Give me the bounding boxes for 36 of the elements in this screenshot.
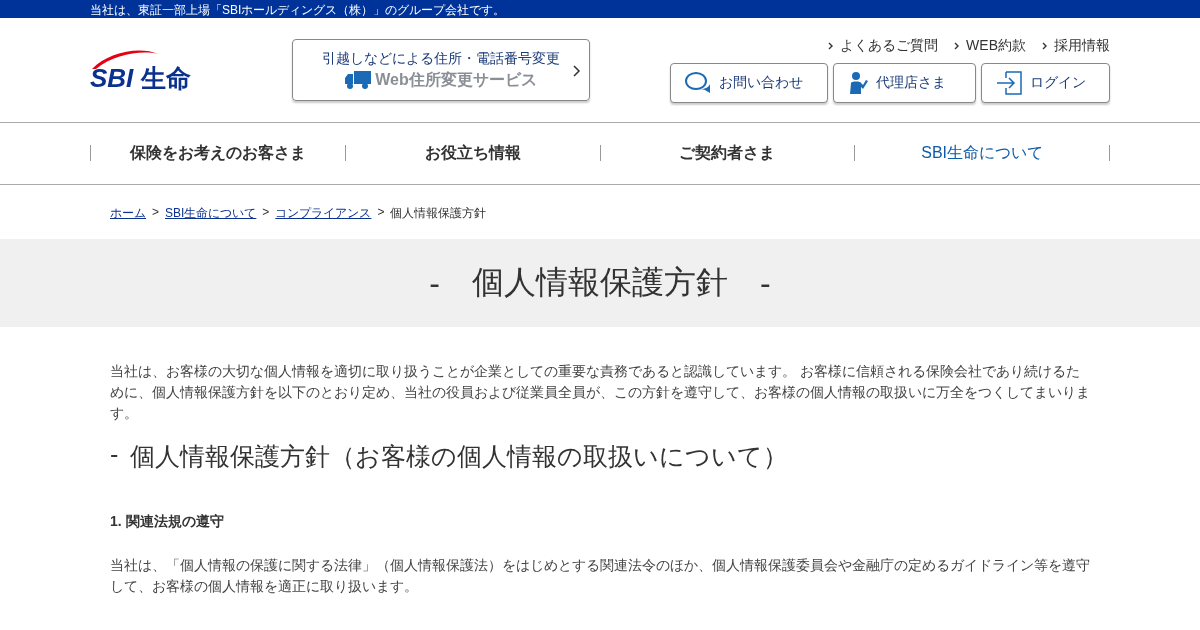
title-dash: - bbox=[760, 264, 771, 302]
nav-tab[interactable]: ご契約者さま bbox=[599, 145, 855, 161]
person-icon bbox=[848, 72, 868, 94]
chevron-right-icon bbox=[1042, 42, 1047, 50]
chevron-right-icon bbox=[828, 42, 834, 50]
breadcrumb-link[interactable]: ホーム bbox=[110, 205, 146, 239]
breadcrumb-link[interactable]: SBI生命について bbox=[165, 205, 257, 239]
breadcrumb-separator: > bbox=[262, 205, 270, 221]
nav-tab[interactable]: 保険をお考えのお客さま bbox=[90, 145, 345, 161]
address-change-banner[interactable]: 引越しなどによる住所・電話番号変更 Web住所変更サービス bbox=[292, 39, 590, 101]
breadcrumb-link[interactable]: コンプライアンス bbox=[275, 205, 372, 239]
speech-bubbles-icon bbox=[685, 72, 711, 94]
agent-button[interactable]: 代理店さま bbox=[833, 63, 976, 103]
utility-link[interactable]: WEB約款 bbox=[966, 37, 1026, 55]
heading-dash: - bbox=[110, 440, 119, 470]
login-icon bbox=[996, 71, 1022, 95]
chevron-right-icon bbox=[573, 65, 581, 77]
group-company-notice: 当社は、東証一部上場「SBIホールディングス（株）」のグループ会社です。 bbox=[90, 3, 506, 17]
clause-body: 当社は、「個人情報の保護に関する法律」（個人情報保護法）をはじめとする関連法令のほか、個人情報保護委員会や金融庁の定めるガイドライン等を遵守して、お客様の個人情報を適正に取り扱います。 bbox=[110, 556, 1090, 596]
utility-link[interactable]: よくあるご質問 bbox=[840, 37, 939, 55]
nav-tab[interactable]: お役立ち情報 bbox=[344, 145, 600, 161]
breadcrumb-separator: > bbox=[377, 205, 385, 221]
intro-paragraph: 当社は、お客様の大切な個人情報を適切に取り扱うことが企業としての重要な責務であると認識しています。 お客様に信頼される保険会社であり続けるために、個人情報保護方針を以下のとおり定め、当社の役員および従業員全員が、この方針を遵守して、お客様の個人情報の取扱いに万全をつくしてまいります。 bbox=[110, 362, 1090, 423]
section-heading: 個人情報保護方針（お客様の個人情報の取扱いについて） bbox=[130, 441, 789, 472]
breadcrumb-separator: > bbox=[152, 205, 159, 221]
login-button[interactable]: ログイン bbox=[981, 63, 1110, 103]
breadcrumb-current: 個人情報保護方針 bbox=[390, 205, 487, 222]
truck-icon bbox=[345, 71, 372, 89]
nav-tab[interactable]: SBI生命について bbox=[854, 145, 1109, 161]
utility-link[interactable]: 採用情報 bbox=[1054, 37, 1110, 55]
company-logo[interactable]: SBI 生命 bbox=[90, 48, 292, 92]
chevron-right-icon bbox=[954, 42, 960, 50]
clause-title: 1. 関連法規の遵守 bbox=[110, 513, 225, 531]
title-dash: - bbox=[429, 264, 440, 302]
contact-button[interactable]: お問い合わせ bbox=[670, 63, 828, 103]
page-title: 個人情報保護方針 bbox=[472, 263, 728, 302]
